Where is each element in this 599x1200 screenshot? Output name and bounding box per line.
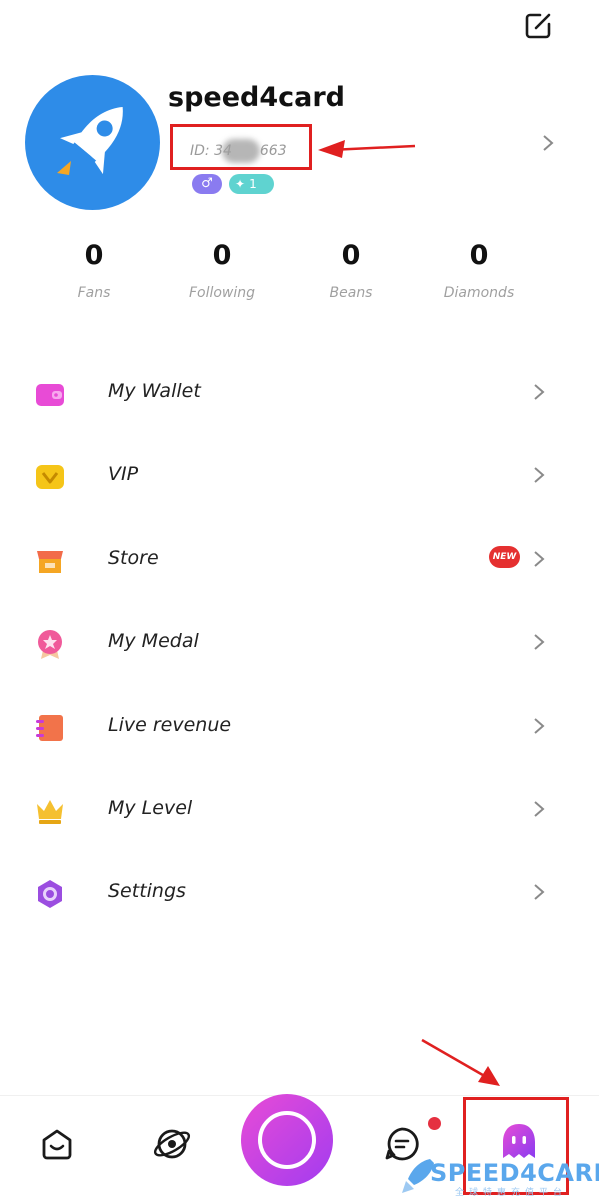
arrow-head-icon	[318, 140, 345, 158]
medal-icon	[38, 630, 62, 659]
arrow-head-icon	[478, 1066, 500, 1086]
menu-label: My Level	[108, 797, 193, 819]
level-badge-value: 1	[249, 177, 257, 191]
stat-label: Diamonds	[443, 285, 515, 301]
menu-item-medal[interactable]: My Medal	[0, 612, 599, 672]
level-badge: ✦ 1	[229, 174, 274, 194]
crown-icon	[37, 800, 63, 824]
stat-label: Fans	[77, 285, 111, 301]
menu-item-my-level[interactable]: My Level	[0, 779, 599, 839]
chevron-right-icon	[534, 801, 545, 817]
chevron-right-icon[interactable]	[538, 128, 558, 158]
avatar[interactable]	[25, 75, 160, 210]
unread-dot	[428, 1117, 441, 1130]
rocket-logo-icon	[402, 1159, 434, 1193]
username: speed4card	[168, 82, 346, 113]
menu-label: My Wallet	[108, 380, 201, 402]
menu-label: My Medal	[108, 630, 199, 652]
store-icon	[37, 551, 63, 573]
menu-label: Settings	[108, 880, 186, 902]
watermark: SPEED4CARD 全球特惠充值平台	[400, 1155, 599, 1200]
rocket-icon	[57, 107, 123, 175]
stat-label: Beans	[329, 285, 373, 301]
gender-badge: ♂	[192, 174, 222, 194]
go-live-button[interactable]	[241, 1094, 333, 1186]
stat-value: 0	[469, 240, 489, 271]
go-live-icon	[258, 1111, 316, 1169]
planet-icon[interactable]	[152, 1124, 192, 1164]
chevron-right-icon	[534, 384, 545, 400]
id-highlight-box	[170, 124, 312, 170]
vip-icon	[36, 465, 64, 489]
stat-label: Following	[188, 285, 256, 301]
menu-item-settings[interactable]: Settings	[0, 862, 599, 922]
level-badge-icon: ✦	[235, 177, 246, 191]
menu-item-store[interactable]: Store NEW	[0, 529, 599, 589]
menu-label: Live revenue	[108, 714, 232, 736]
settings-icon	[38, 880, 62, 908]
stat-value: 0	[212, 240, 232, 271]
stat-value: 0	[84, 240, 104, 271]
revenue-icon	[36, 715, 63, 741]
stat-fans[interactable]: 0 Fans	[39, 240, 149, 301]
menu-label: Store	[108, 547, 159, 569]
menu-item-wallet[interactable]: My Wallet	[0, 362, 599, 422]
menu-item-live-revenue[interactable]: Live revenue	[0, 696, 599, 756]
chevron-right-icon	[534, 467, 545, 483]
wallet-icon	[36, 384, 64, 406]
stat-beans[interactable]: 0 Beans	[296, 240, 406, 301]
stat-following[interactable]: 0 Following	[167, 240, 277, 301]
watermark-brand: SPEED4CARD	[430, 1159, 599, 1187]
stat-value: 0	[341, 240, 361, 271]
watermark-tagline: 全球特惠充值平台	[455, 1188, 568, 1198]
edit-profile-icon[interactable]	[518, 6, 558, 46]
menu-item-vip[interactable]: VIP	[0, 445, 599, 505]
new-badge: NEW	[489, 546, 520, 568]
stat-diamonds[interactable]: 0 Diamonds	[424, 240, 534, 301]
chevron-right-icon	[534, 884, 545, 900]
menu-label: VIP	[108, 463, 139, 485]
chevron-right-icon	[534, 551, 545, 567]
home-icon[interactable]	[37, 1124, 77, 1164]
chevron-right-icon	[534, 634, 545, 650]
chevron-right-icon	[534, 718, 545, 734]
